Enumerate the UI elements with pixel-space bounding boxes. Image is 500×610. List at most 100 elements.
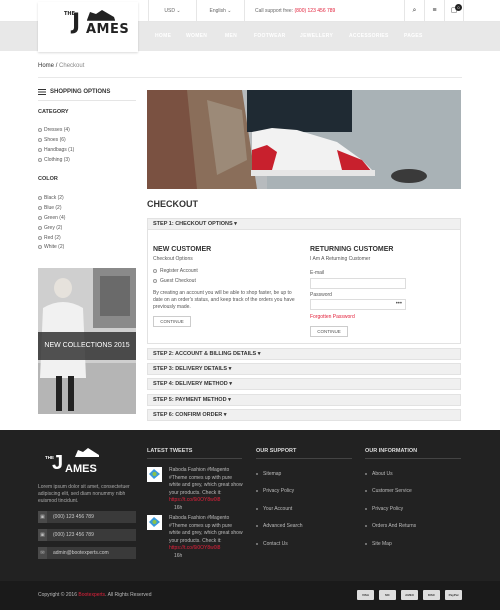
email-field[interactable]: [310, 278, 406, 289]
new-customer-title: NEW CUSTOMER: [153, 246, 212, 253]
login-continue-button[interactable]: CONTINUE: [310, 326, 348, 337]
tweet-line: #Theme comes up with pure: [169, 522, 233, 529]
guest-label: Guest Checkout: [160, 278, 196, 284]
info-link-service[interactable]: Customer Service: [365, 488, 412, 494]
guest-option[interactable]: Guest Checkout: [153, 278, 196, 284]
info-link-about[interactable]: About Us: [365, 471, 393, 477]
tweet-1: Raboda Fashion #Magento #Theme comes up …: [169, 467, 249, 512]
color-grey[interactable]: Grey (2): [38, 225, 62, 231]
password-field[interactable]: •••: [310, 299, 406, 310]
hero-photo: [147, 90, 461, 189]
tweet-time: 16h: [174, 504, 183, 511]
radio-icon: [38, 127, 42, 132]
mastercard-icon: MC: [379, 590, 396, 600]
nav-jewellery[interactable]: JEWELLERY: [300, 33, 333, 39]
step-6-header[interactable]: STEP 6: CONFIRM ORDER ▾: [147, 409, 461, 421]
support-link-privacy[interactable]: Privacy Policy: [256, 488, 294, 494]
cart-button[interactable]: ▢ 0: [444, 0, 464, 22]
radio-icon: [38, 244, 42, 249]
category-label: Clothing (3): [44, 157, 70, 163]
support-link-account[interactable]: Your Account: [256, 506, 292, 512]
support-link-contact[interactable]: Contact Us: [256, 541, 288, 547]
tweet-2: Raboda Fashion #Magento #Theme comes up …: [169, 515, 249, 560]
bullet-icon: [365, 542, 367, 545]
radio-icon: [38, 215, 42, 220]
site-logo[interactable]: THE J AMES: [38, 2, 138, 52]
forgotten-password-link[interactable]: Forgotten Password: [310, 314, 355, 320]
register-label: Register Account: [160, 268, 198, 274]
link-label: Orders And Returns: [372, 523, 417, 529]
bullet-icon: [256, 472, 258, 475]
logo-ames: AMES: [86, 22, 130, 37]
breadcrumb-home[interactable]: Home: [38, 63, 54, 69]
breadcrumb-current: Checkout: [59, 63, 85, 69]
info-link-orders[interactable]: Orders And Returns: [365, 523, 416, 529]
info-link-sitemap[interactable]: Site Map: [365, 541, 392, 547]
nav-pages[interactable]: PAGES: [404, 33, 423, 39]
support-link-sitemap[interactable]: Sitemap: [256, 471, 281, 477]
shopping-options-title: SHOPPING OPTIONS: [50, 89, 111, 95]
breadcrumb: Home / Checkout: [38, 63, 84, 69]
color-green[interactable]: Green (4): [38, 215, 65, 221]
nav-home[interactable]: HOME: [155, 33, 171, 39]
color-label: Red (2): [44, 235, 61, 241]
bullet-icon: [365, 507, 367, 510]
currency-label: USD: [164, 8, 175, 14]
nav-women[interactable]: WOMEN: [186, 33, 207, 39]
color-blue[interactable]: Blue (2): [38, 205, 62, 211]
color-black[interactable]: Black (2): [38, 195, 64, 201]
info-link-privacy[interactable]: Privacy Policy: [365, 506, 403, 512]
color-label: Black (2): [44, 195, 64, 201]
information-title: OUR INFORMATION: [365, 448, 418, 454]
register-option[interactable]: Register Account: [153, 268, 198, 274]
copyright-brand[interactable]: Bootexperts: [78, 592, 105, 598]
collection-banner[interactable]: NEW COLLECTIONS 2015: [38, 268, 136, 414]
color-red[interactable]: Red (2): [38, 235, 61, 241]
link-label: Contact Us: [263, 541, 288, 547]
search-button[interactable]: ⌕: [404, 0, 424, 22]
step-1-header[interactable]: STEP 1: CHECKOUT OPTIONS ▾: [147, 218, 461, 230]
tweet-link[interactable]: https://t.co/6i0OY8w0l8: [169, 497, 249, 505]
step-5-header[interactable]: STEP 5: PAYMENT METHOD ▾: [147, 394, 461, 406]
currency-selector[interactable]: USD ⌄: [148, 0, 196, 22]
category-shoes[interactable]: Shoes (6): [38, 137, 66, 143]
link-label: Customer Service: [372, 488, 412, 494]
checkout-options-label: Checkout Options: [153, 256, 193, 262]
chevron-down-icon: ⌄: [176, 8, 181, 14]
nav-men[interactable]: MEN: [225, 33, 237, 39]
returning-customer-sub: I Am A Returning Customer: [310, 256, 371, 262]
email-label: E-mail: [310, 270, 325, 276]
link-label: Advanced Search: [263, 523, 303, 529]
step-4-header[interactable]: STEP 4: DELIVERY METHOD ▾: [147, 378, 461, 390]
bullet-icon: [365, 472, 367, 475]
step-2-header[interactable]: STEP 2: ACCOUNT & BILLING DETAILS ▾: [147, 348, 461, 360]
nav-accessories[interactable]: ACCESSORIES: [349, 33, 389, 39]
page-title: CHECKOUT: [147, 199, 198, 209]
tweet-line: white and grey, which great show: [169, 530, 243, 536]
contact-email[interactable]: ✉ admin@bootexperts.com: [38, 547, 136, 559]
fax-icon: ▣: [38, 529, 47, 541]
footer-about-line-1: Lorem ipsum dolor sit amet, consectetuer: [38, 484, 130, 490]
logo-ames: AMES: [65, 463, 97, 475]
language-selector[interactable]: English ⌄: [196, 0, 244, 22]
phone-icon: ▣: [38, 511, 47, 523]
category-clothing[interactable]: Clothing (3): [38, 157, 70, 163]
menu-icon: ≡: [432, 7, 437, 14]
category-handbags[interactable]: Handbags (1): [38, 147, 74, 153]
footer-logo[interactable]: THE J AMES: [38, 447, 108, 481]
tweet-line: #Theme comes up with pure: [169, 474, 233, 481]
email-value: admin@bootexperts.com: [53, 550, 109, 556]
nav-footwear[interactable]: FOOTWEAR: [254, 33, 286, 39]
support-info: Call support free: (800) 123 456 789: [244, 0, 404, 22]
copyright-prefix: Copyright © 2016: [38, 592, 77, 598]
menu-button[interactable]: ≡: [424, 0, 444, 22]
color-white[interactable]: White (2): [38, 244, 64, 250]
tweet-line: Raboda Fashion #Magento: [169, 515, 230, 521]
divider: [365, 458, 461, 459]
returning-customer-title: RETURNING CUSTOMER: [310, 246, 394, 253]
continue-button[interactable]: CONTINUE: [153, 316, 191, 327]
tweet-link[interactable]: https://t.co/6i0OY8w0l8: [169, 545, 249, 553]
category-dresses[interactable]: Dresses (4): [38, 127, 70, 133]
support-link-search[interactable]: Advanced Search: [256, 523, 302, 529]
step-3-header[interactable]: STEP 3: DELIVERY DETAILS ▾: [147, 363, 461, 375]
